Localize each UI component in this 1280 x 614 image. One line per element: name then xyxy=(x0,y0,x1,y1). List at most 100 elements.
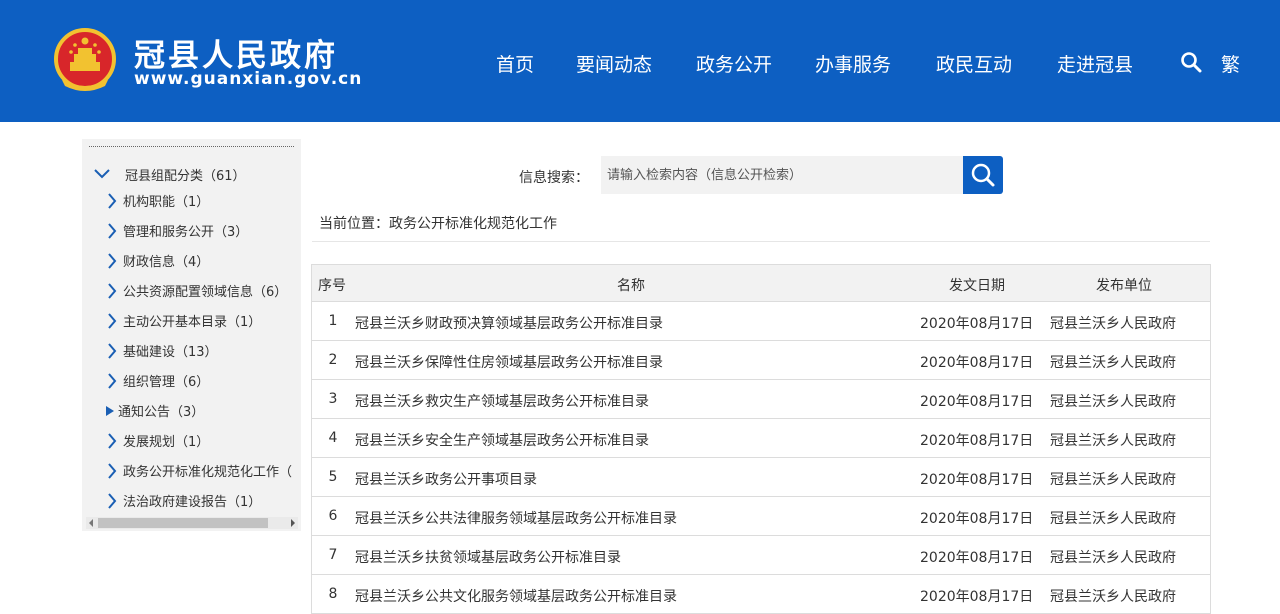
nav-item-services[interactable]: 办事服务 xyxy=(815,50,891,77)
nav-item-about[interactable]: 走进冠县 xyxy=(1057,50,1133,77)
table-row[interactable]: 7 冠县兰沃乡扶贫领域基层政务公开标准目录 2020年08月17日 冠县兰沃乡人… xyxy=(312,536,1210,575)
tree-item-gonggong-ziyuan[interactable]: 公共资源配置领域信息（6） xyxy=(104,279,299,303)
chevron-right-icon xyxy=(108,373,117,389)
tree-item-label: 通知公告（3） xyxy=(118,405,205,420)
row-date: 2020年08月17日 xyxy=(920,511,1034,527)
header-unit: 发布单位 xyxy=(1096,278,1152,294)
row-number: 5 xyxy=(328,469,338,485)
chevron-right-icon xyxy=(108,223,117,239)
chevron-down-icon xyxy=(94,169,110,179)
search-icon xyxy=(971,163,995,187)
chevron-right-icon xyxy=(108,283,117,299)
search-input[interactable] xyxy=(601,156,963,194)
sidebar-divider xyxy=(89,146,294,148)
chevron-right-icon xyxy=(108,463,117,479)
row-unit: 冠县兰沃乡人民政府 xyxy=(1050,511,1176,527)
tree-item-label: 管理和服务公开（3） xyxy=(123,225,249,240)
site-header: 冠县人民政府 www.guanxian.gov.cn 首页 要闻动态 政务公开 … xyxy=(0,0,1280,122)
header-date: 发文日期 xyxy=(949,278,1005,294)
tree-item-fazhi-zhengfu[interactable]: 法治政府建设报告（1） xyxy=(104,489,299,513)
chevron-right-icon xyxy=(108,313,117,329)
scroll-right-arrow-icon[interactable] xyxy=(288,517,298,529)
row-unit: 冠县兰沃乡人民政府 xyxy=(1050,472,1176,488)
header-num: 序号 xyxy=(318,278,346,294)
category-sidebar: 冠县组配分类（61） 机构职能（1） 管理和服务公开（3） 财政信息（4） 公共… xyxy=(82,139,301,531)
nav-item-home[interactable]: 首页 xyxy=(496,50,534,77)
chevron-right-icon xyxy=(108,433,117,449)
row-date: 2020年08月17日 xyxy=(920,550,1034,566)
row-title-link[interactable]: 冠县兰沃乡政务公开事项目录 xyxy=(355,469,537,489)
row-title-link[interactable]: 冠县兰沃乡救灾生产领域基层政务公开标准目录 xyxy=(355,391,649,411)
tree-item-label: 公共资源配置领域信息（6） xyxy=(123,285,288,300)
row-title-link[interactable]: 冠县兰沃乡扶贫领域基层政务公开标准目录 xyxy=(355,547,621,567)
row-title-link[interactable]: 冠县兰沃乡公共文化服务领域基层政务公开标准目录 xyxy=(355,586,677,606)
traditional-chinese-toggle[interactable]: 繁 xyxy=(1221,50,1240,77)
row-title-link[interactable]: 冠县兰沃乡财政预决算领域基层政务公开标准目录 xyxy=(355,313,663,333)
triangle-right-icon xyxy=(106,406,114,416)
row-date: 2020年08月17日 xyxy=(920,589,1034,605)
tree-item-jichu-jianshe[interactable]: 基础建设（13） xyxy=(104,339,299,363)
row-number: 7 xyxy=(328,547,338,563)
table-row[interactable]: 1 冠县兰沃乡财政预决算领域基层政务公开标准目录 2020年08月17日 冠县兰… xyxy=(312,302,1210,341)
nav-item-interaction[interactable]: 政民互动 xyxy=(936,50,1012,77)
scroll-left-arrow-icon[interactable] xyxy=(86,517,96,529)
table-row[interactable]: 2 冠县兰沃乡保障性住房领域基层政务公开标准目录 2020年08月17日 冠县兰… xyxy=(312,341,1210,380)
tree-item-fazhan-guihua[interactable]: 发展规划（1） xyxy=(104,429,299,453)
chevron-right-icon xyxy=(108,343,117,359)
site-domain: www.guanxian.gov.cn xyxy=(134,69,363,89)
tree-item-guanli[interactable]: 管理和服务公开（3） xyxy=(104,219,299,243)
tree-item-tongzhi-gonggao[interactable]: 通知公告（3） xyxy=(104,399,299,423)
divider xyxy=(312,241,1210,242)
table-row[interactable]: 6 冠县兰沃乡公共法律服务领域基层政务公开标准目录 2020年08月17日 冠县… xyxy=(312,497,1210,536)
tree-item-biaozhunhua[interactable]: 政务公开标准化规范化工作（ xyxy=(104,459,299,483)
tree-item-caizheng[interactable]: 财政信息（4） xyxy=(104,249,299,273)
table-header: 序号 名称 发文日期 发布单位 xyxy=(312,264,1210,302)
row-number: 6 xyxy=(328,508,338,524)
tree-item-label: 机构职能（1） xyxy=(123,195,210,210)
row-number: 2 xyxy=(328,352,338,368)
tree-item-label: 发展规划（1） xyxy=(123,435,210,450)
row-date: 2020年08月17日 xyxy=(920,472,1034,488)
row-unit: 冠县兰沃乡人民政府 xyxy=(1050,433,1176,449)
document-table: 序号 名称 发文日期 发布单位 1 冠县兰沃乡财政预决算领域基层政务公开标准目录… xyxy=(311,264,1211,614)
search-label: 信息搜索： xyxy=(519,170,589,186)
tree-item-label: 主动公开基本目录（1） xyxy=(123,315,262,330)
row-number: 4 xyxy=(328,430,338,446)
table-row[interactable]: 5 冠县兰沃乡政务公开事项目录 2020年08月17日 冠县兰沃乡人民政府 xyxy=(312,458,1210,497)
national-emblem-icon[interactable] xyxy=(50,26,120,96)
row-number: 3 xyxy=(328,391,338,407)
chevron-right-icon xyxy=(108,493,117,509)
breadcrumb: 当前位置：政务公开标准化规范化工作 xyxy=(319,216,557,232)
tree-item-zuzhi-guanli[interactable]: 组织管理（6） xyxy=(104,369,299,393)
row-title-link[interactable]: 冠县兰沃乡安全生产领域基层政务公开标准目录 xyxy=(355,430,649,450)
nav-item-news[interactable]: 要闻动态 xyxy=(576,50,652,77)
row-date: 2020年08月17日 xyxy=(920,433,1034,449)
row-number: 8 xyxy=(328,586,338,602)
table-row[interactable]: 8 冠县兰沃乡公共文化服务领域基层政务公开标准目录 2020年08月17日 冠县… xyxy=(312,575,1210,614)
search-icon[interactable] xyxy=(1180,51,1202,73)
row-number: 1 xyxy=(328,313,338,329)
row-title-link[interactable]: 冠县兰沃乡保障性住房领域基层政务公开标准目录 xyxy=(355,352,663,372)
scrollbar-thumb[interactable] xyxy=(98,518,268,528)
chevron-right-icon xyxy=(108,193,117,209)
search-button[interactable] xyxy=(963,156,1003,194)
table-row[interactable]: 4 冠县兰沃乡安全生产领域基层政务公开标准目录 2020年08月17日 冠县兰沃… xyxy=(312,419,1210,458)
nav-item-gov-affairs[interactable]: 政务公开 xyxy=(696,50,772,77)
row-unit: 冠县兰沃乡人民政府 xyxy=(1050,589,1176,605)
tree-item-label: 法治政府建设报告（1） xyxy=(123,495,262,510)
tree-item-label: 组织管理（6） xyxy=(123,375,210,390)
row-title-link[interactable]: 冠县兰沃乡公共法律服务领域基层政务公开标准目录 xyxy=(355,508,677,528)
chevron-right-icon xyxy=(108,253,117,269)
row-date: 2020年08月17日 xyxy=(920,355,1034,371)
table-row[interactable]: 3 冠县兰沃乡救灾生产领域基层政务公开标准目录 2020年08月17日 冠县兰沃… xyxy=(312,380,1210,419)
tree-root-node[interactable]: 冠县组配分类（61） xyxy=(92,163,299,187)
tree-item-label: 财政信息（4） xyxy=(123,255,210,270)
row-unit: 冠县兰沃乡人民政府 xyxy=(1050,316,1176,332)
row-unit: 冠县兰沃乡人民政府 xyxy=(1050,394,1176,410)
tree-item-zhudong-gongkai[interactable]: 主动公开基本目录（1） xyxy=(104,309,299,333)
header-title: 名称 xyxy=(617,278,645,294)
tree-item-label: 政务公开标准化规范化工作（ xyxy=(123,465,293,480)
tree-item-jigou[interactable]: 机构职能（1） xyxy=(104,189,299,213)
row-date: 2020年08月17日 xyxy=(920,394,1034,410)
sidebar-horizontal-scrollbar[interactable] xyxy=(86,517,298,529)
